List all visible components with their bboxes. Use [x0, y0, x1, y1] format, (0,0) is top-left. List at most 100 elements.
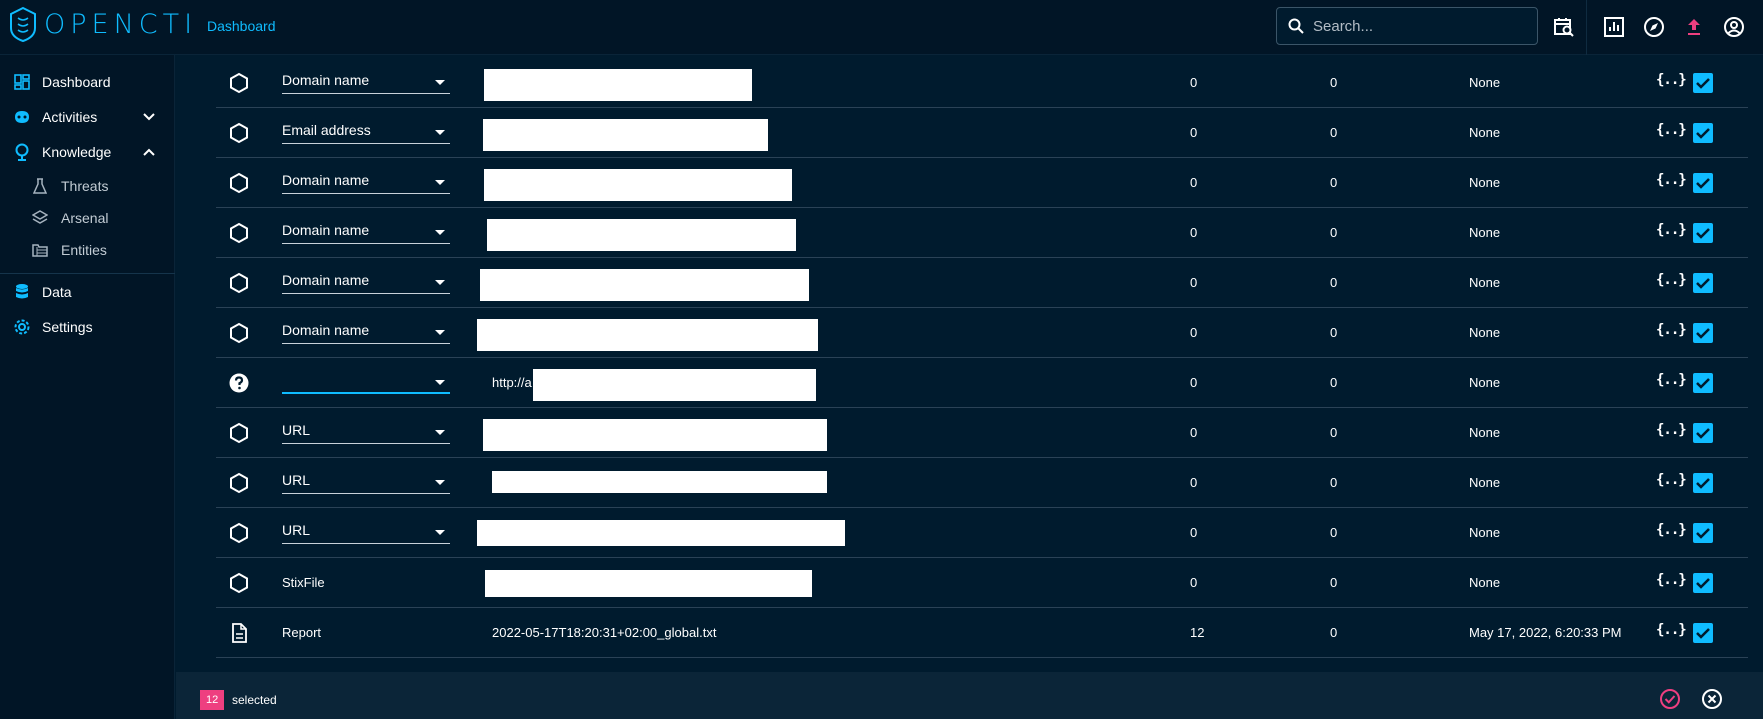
json-view-button[interactable]: {..} — [1656, 72, 1687, 88]
explore-button[interactable] — [1641, 14, 1667, 40]
question-icon — [228, 372, 250, 394]
table-row[interactable]: Domain name 0 0 None {..} — [216, 308, 1748, 358]
row-checkbox[interactable] — [1693, 173, 1713, 193]
json-view-button[interactable]: {..} — [1656, 572, 1687, 588]
json-view-button[interactable]: {..} — [1656, 622, 1687, 638]
sidebar-item-dashboard[interactable]: Dashboard — [0, 65, 175, 99]
entity-type-select[interactable]: Domain name — [282, 271, 450, 294]
dropdown-arrow-icon — [435, 330, 445, 335]
table-row[interactable]: Domain name 0 0 None {..} — [216, 158, 1748, 208]
table-row[interactable]: StixFile 0 0 None {..} — [216, 558, 1748, 608]
hexagon-icon — [228, 422, 250, 444]
file-icon — [228, 622, 250, 644]
activities-icon — [13, 108, 31, 126]
table-row[interactable]: URL 0 0 None {..} — [216, 458, 1748, 508]
count-value: 0 — [1330, 425, 1338, 440]
status-value: None — [1469, 375, 1501, 390]
row-checkbox[interactable] — [1693, 323, 1713, 343]
table-row[interactable]: URL 0 0 None {..} — [216, 508, 1748, 558]
top-bar: OPENCTI Dashboard — [0, 0, 1763, 55]
upload-button[interactable] — [1681, 14, 1707, 40]
opencti-logo[interactable]: OPENCTI — [8, 6, 197, 42]
sidebar-item-settings[interactable]: Settings — [0, 310, 175, 344]
row-checkbox[interactable] — [1693, 573, 1713, 593]
dashboards-button[interactable] — [1601, 14, 1627, 40]
sidebar-item-arsenal[interactable]: Arsenal — [0, 201, 175, 235]
sidebar-item-activities[interactable]: Activities — [0, 100, 175, 134]
table-row[interactable]: Report 2022-05-17T18:20:31+02:00_global.… — [216, 608, 1748, 658]
flask-icon — [31, 177, 49, 195]
json-view-button[interactable]: {..} — [1656, 172, 1687, 188]
selection-toolbar: 12 selected — [176, 672, 1763, 719]
row-checkbox[interactable] — [1693, 223, 1713, 243]
table-row[interactable]: URL 0 0 None {..} — [216, 408, 1748, 458]
search-box[interactable] — [1276, 7, 1538, 45]
selected-count-badge: 12 — [200, 690, 225, 710]
check-icon — [1696, 278, 1710, 289]
entity-type-select[interactable]: Domain name — [282, 321, 450, 344]
json-view-button[interactable]: {..} — [1656, 122, 1687, 138]
json-view-button[interactable]: {..} — [1656, 322, 1687, 338]
entity-type-value: URL — [282, 522, 311, 538]
hexagon-icon — [228, 322, 250, 344]
row-checkbox[interactable] — [1693, 123, 1713, 143]
sidebar-item-data[interactable]: Data — [0, 275, 175, 309]
count-value: 0 — [1330, 375, 1338, 390]
status-value: None — [1469, 525, 1501, 540]
count-value: 0 — [1190, 525, 1198, 540]
sidebar-item-label: Threats — [61, 178, 109, 194]
entity-type-select[interactable]: Domain name — [282, 171, 450, 194]
entity-type-label: StixFile — [282, 575, 325, 590]
json-view-button[interactable]: {..} — [1656, 472, 1687, 488]
validate-import-button[interactable] — [1658, 687, 1682, 711]
table-row[interactable]: Domain name 0 0 None {..} — [216, 58, 1748, 108]
row-checkbox[interactable] — [1693, 73, 1713, 93]
sidebar-item-entities[interactable]: Entities — [0, 233, 175, 267]
status-value: None — [1469, 325, 1501, 340]
dropdown-arrow-icon — [435, 180, 445, 185]
breadcrumb-dashboard[interactable]: Dashboard — [207, 18, 276, 34]
entity-type-value: Domain name — [282, 272, 370, 288]
json-view-button[interactable]: {..} — [1656, 222, 1687, 238]
row-checkbox[interactable] — [1693, 623, 1713, 643]
sidebar-item-threats[interactable]: Threats — [0, 169, 175, 203]
search-input[interactable] — [1313, 17, 1513, 35]
count-value: 0 — [1190, 425, 1198, 440]
account-button[interactable] — [1721, 14, 1747, 40]
entity-type-value: Domain name — [282, 222, 370, 238]
entity-type-select[interactable]: Domain name — [282, 221, 450, 244]
sidebar-item-knowledge[interactable]: Knowledge — [0, 135, 175, 169]
row-checkbox[interactable] — [1693, 473, 1713, 493]
json-view-button[interactable]: {..} — [1656, 372, 1687, 388]
selected-label: selected — [232, 693, 277, 707]
row-checkbox[interactable] — [1693, 373, 1713, 393]
table-row[interactable]: Email address 0 0 None {..} — [216, 108, 1748, 158]
check-icon — [1696, 378, 1710, 389]
redacted-value — [487, 219, 796, 251]
row-checkbox[interactable] — [1693, 523, 1713, 543]
table-row[interactable]: Domain name 0 0 None {..} — [216, 258, 1748, 308]
row-checkbox[interactable] — [1693, 423, 1713, 443]
dropdown-arrow-icon — [435, 130, 445, 135]
entity-type-select[interactable]: URL — [282, 521, 450, 544]
entity-type-select[interactable]: Email address — [282, 121, 450, 144]
layers-icon — [31, 209, 49, 227]
investigate-button[interactable] — [1551, 14, 1577, 40]
observable-value: http://a — [492, 375, 532, 390]
count-value: 0 — [1190, 325, 1198, 340]
json-view-button[interactable]: {..} — [1656, 272, 1687, 288]
entity-type-select[interactable]: Domain name — [282, 71, 450, 94]
entity-type-select[interactable]: URL — [282, 471, 450, 494]
dropdown-arrow-icon — [435, 280, 445, 285]
json-view-button[interactable]: {..} — [1656, 422, 1687, 438]
entity-type-select[interactable] — [282, 371, 450, 394]
entity-type-select[interactable]: URL — [282, 421, 450, 444]
row-checkbox[interactable] — [1693, 273, 1713, 293]
table-row[interactable]: http://a 0 0 None {..} — [216, 358, 1748, 408]
table-row[interactable]: Domain name 0 0 None {..} — [216, 208, 1748, 258]
status-value: None — [1469, 175, 1501, 190]
json-view-button[interactable]: {..} — [1656, 522, 1687, 538]
check-icon — [1696, 178, 1710, 189]
entity-type-value: URL — [282, 472, 311, 488]
cancel-selection-button[interactable] — [1700, 687, 1724, 711]
